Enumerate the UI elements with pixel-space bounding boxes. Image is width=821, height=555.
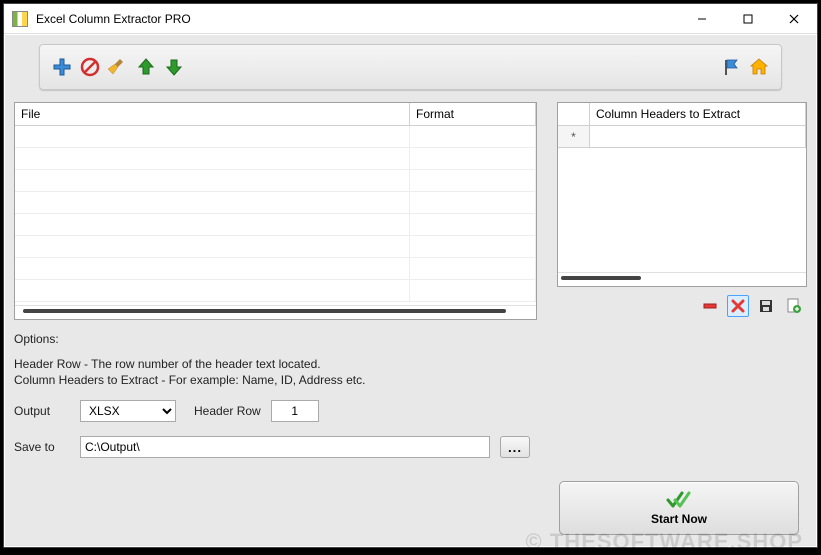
client-area: File Format xyxy=(4,34,817,547)
no-entry-icon xyxy=(80,57,100,77)
home-button[interactable] xyxy=(745,53,773,81)
arrow-up-icon xyxy=(136,57,156,77)
save-to-label: Save to xyxy=(14,440,70,454)
double-check-icon xyxy=(666,490,692,510)
header-row-label: Header Row xyxy=(194,404,261,418)
x-icon xyxy=(730,298,746,314)
titlebar: Excel Column Extractor PRO xyxy=(4,4,817,34)
file-grid-body[interactable] xyxy=(15,126,536,305)
minus-icon xyxy=(702,298,718,314)
sheet-export-icon xyxy=(786,298,802,314)
options-help-line-2: Column Headers to Extract - For example:… xyxy=(14,372,807,388)
move-down-button[interactable] xyxy=(160,53,188,81)
language-button[interactable] xyxy=(717,53,745,81)
close-button[interactable] xyxy=(771,4,817,34)
home-icon xyxy=(749,57,769,77)
output-row: Output XLSX Header Row xyxy=(14,400,807,422)
main-row: File Format xyxy=(14,102,807,320)
start-button[interactable]: Start Now xyxy=(559,481,799,535)
headers-row[interactable]: * xyxy=(558,126,806,148)
headers-grid[interactable]: Column Headers to Extract * xyxy=(557,102,807,287)
floppy-icon xyxy=(758,298,774,314)
format-column-header[interactable]: Format xyxy=(410,103,536,125)
file-grid-header: File Format xyxy=(15,103,536,126)
move-up-button[interactable] xyxy=(132,53,160,81)
main-toolbar xyxy=(39,44,782,90)
app-icon xyxy=(12,11,28,27)
save-to-row: Save to ... xyxy=(14,436,807,458)
headers-pane: Column Headers to Extract * xyxy=(557,102,807,320)
delete-header-button[interactable] xyxy=(727,295,749,317)
options-help-line-1: Header Row - The row number of the heade… xyxy=(14,356,807,372)
add-button[interactable] xyxy=(48,53,76,81)
options-section: Options: Header Row - The row number of … xyxy=(14,332,807,458)
headers-column-header[interactable]: Column Headers to Extract xyxy=(590,103,806,125)
start-button-label: Start Now xyxy=(651,512,707,526)
row-indicator: * xyxy=(558,126,590,147)
browse-button[interactable]: ... xyxy=(500,436,530,458)
file-grid-scrollbar[interactable] xyxy=(15,305,536,319)
headers-cell[interactable] xyxy=(590,126,806,147)
file-column-header[interactable]: File xyxy=(15,103,410,125)
remove-header-button[interactable] xyxy=(699,295,721,317)
clean-button[interactable] xyxy=(104,53,132,81)
plus-icon xyxy=(52,57,72,77)
headers-actions xyxy=(557,295,807,317)
headers-grid-scrollbar[interactable] xyxy=(558,272,806,286)
export-headers-button[interactable] xyxy=(783,295,805,317)
window-title: Excel Column Extractor PRO xyxy=(36,12,679,26)
save-to-input[interactable] xyxy=(80,436,490,458)
broom-icon xyxy=(108,57,128,77)
arrow-down-icon xyxy=(164,57,184,77)
headers-grid-body[interactable]: * xyxy=(558,126,806,148)
header-row-input[interactable] xyxy=(271,400,319,422)
minimize-button[interactable] xyxy=(679,4,725,34)
block-button[interactable] xyxy=(76,53,104,81)
headers-selector-column xyxy=(558,103,590,125)
app-window: Excel Column Extractor PRO xyxy=(3,3,818,548)
flag-icon xyxy=(721,57,741,77)
file-list-grid[interactable]: File Format xyxy=(14,102,537,320)
output-format-select[interactable]: XLSX xyxy=(80,400,176,422)
maximize-button[interactable] xyxy=(725,4,771,34)
save-headers-button[interactable] xyxy=(755,295,777,317)
headers-grid-header: Column Headers to Extract xyxy=(558,103,806,126)
options-heading: Options: xyxy=(14,332,807,346)
output-label: Output xyxy=(14,404,70,418)
